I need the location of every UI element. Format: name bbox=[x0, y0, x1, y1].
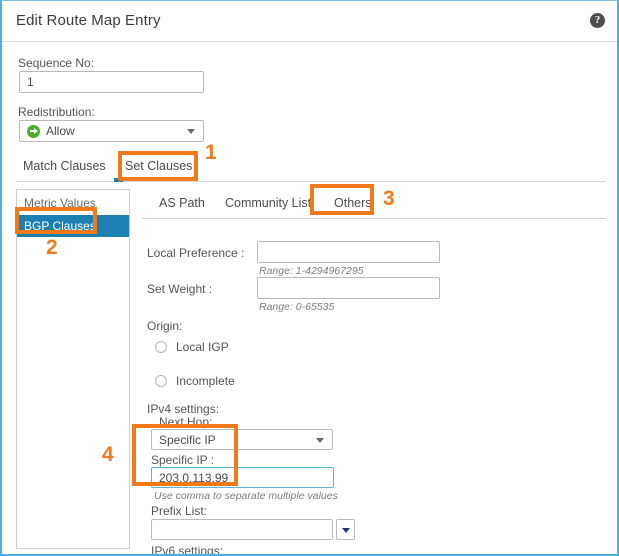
specific-ip-input[interactable]: 203.0.113.99 bbox=[151, 467, 334, 488]
chevron-down-icon bbox=[341, 527, 350, 533]
list-item-bgp-clauses[interactable]: BGP Clauses bbox=[17, 215, 129, 237]
set-weight-label: Set Weight : bbox=[147, 282, 213, 296]
bgp-clauses-content-pane: AS Path Community List Others Local Pref… bbox=[142, 189, 606, 556]
sequence-no-input[interactable]: 1 bbox=[19, 71, 204, 93]
tab-community-list[interactable]: Community List bbox=[225, 189, 311, 218]
specific-ip-label: Specific IP : bbox=[151, 453, 215, 467]
radio-incomplete[interactable] bbox=[155, 375, 167, 387]
redistribution-dropdown[interactable]: Allow bbox=[19, 120, 204, 142]
origin-label: Origin: bbox=[147, 319, 183, 333]
help-circle-icon[interactable]: ? bbox=[590, 13, 605, 28]
next-hop-label: Next Hop: bbox=[159, 415, 213, 429]
radio-local-igp[interactable] bbox=[155, 341, 167, 353]
redistribution-value: Allow bbox=[46, 124, 75, 138]
clause-category-list: Metric Values BGP Clauses bbox=[16, 189, 130, 549]
bgp-inner-tabstrip: AS Path Community List Others bbox=[142, 189, 606, 219]
redistribution-label: Redistribution: bbox=[18, 105, 95, 119]
next-hop-dropdown[interactable]: Specific IP bbox=[151, 429, 333, 450]
tab-set-clauses[interactable]: Set Clauses bbox=[125, 151, 192, 181]
tab-others[interactable]: Others bbox=[334, 189, 372, 218]
prefix-list-dropdown-button[interactable] bbox=[336, 519, 355, 540]
clauses-tabstrip: Match Clauses Set Clauses bbox=[16, 151, 606, 182]
prefix-list-input[interactable] bbox=[151, 519, 333, 540]
dialog-titlebar: Edit Route Map Entry ? bbox=[2, 2, 617, 42]
local-preference-label: Local Preference : bbox=[147, 246, 245, 260]
specific-ip-value: 203.0.113.99 bbox=[159, 470, 229, 485]
tab-match-clauses[interactable]: Match Clauses bbox=[23, 151, 106, 181]
set-weight-hint: Range: 0-65535 bbox=[259, 301, 335, 313]
specific-ip-hint: Use comma to separate multiple values bbox=[154, 490, 338, 502]
prefix-list-label: Prefix List: bbox=[151, 504, 208, 518]
dialog-title: Edit Route Map Entry bbox=[16, 12, 161, 29]
chevron-down-icon bbox=[187, 129, 195, 134]
local-preference-input[interactable] bbox=[257, 241, 440, 263]
sequence-no-label: Sequence No: bbox=[18, 56, 95, 70]
local-preference-hint: Range: 1-4294967295 bbox=[259, 265, 364, 277]
radio-incomplete-label: Incomplete bbox=[176, 374, 235, 388]
green-allow-arrow-icon bbox=[27, 124, 40, 138]
next-hop-value: Specific IP bbox=[159, 432, 216, 447]
selected-tab-indicator bbox=[114, 178, 123, 182]
list-item-metric-values[interactable]: Metric Values bbox=[17, 192, 129, 214]
chevron-down-icon bbox=[316, 437, 324, 443]
ipv4-settings-label: IPv4 settings: bbox=[147, 402, 220, 416]
ipv6-settings-label: IPv6 settings: bbox=[151, 544, 224, 556]
sequence-no-value: 1 bbox=[27, 75, 34, 89]
set-weight-input[interactable] bbox=[257, 277, 440, 299]
tab-as-path[interactable]: AS Path bbox=[159, 189, 205, 218]
edit-route-map-entry-dialog: Edit Route Map Entry ? Sequence No: 1 Re… bbox=[0, 0, 619, 556]
radio-local-igp-label: Local IGP bbox=[176, 340, 229, 354]
